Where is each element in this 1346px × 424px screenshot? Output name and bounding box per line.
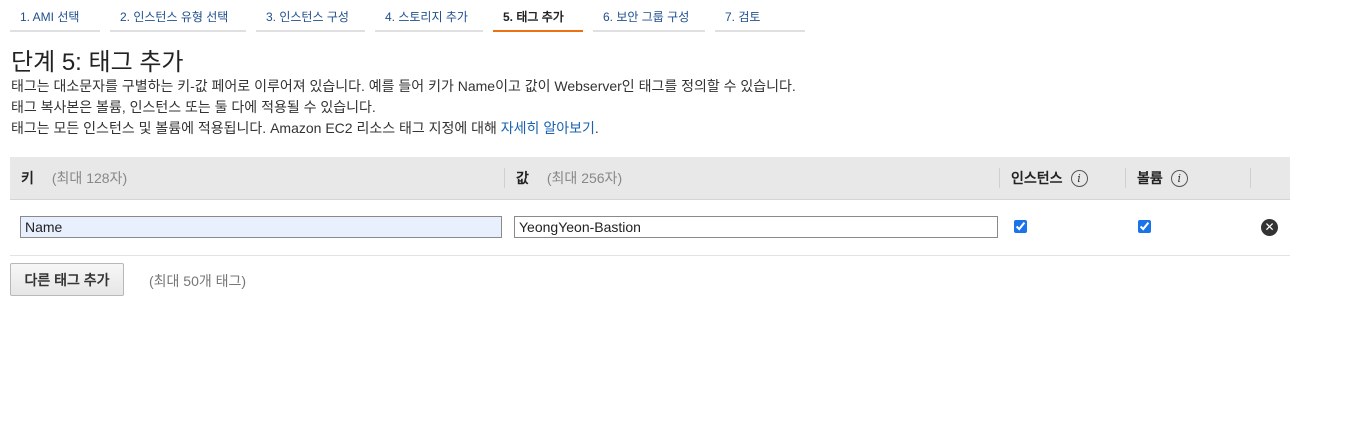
step-review[interactable]: 7. 검토 [715, 0, 805, 32]
description-line-1: 태그는 대소문자를 구별하는 키-값 페어로 이루어져 있습니다. 예를 들어 … [11, 78, 796, 94]
instances-checkbox[interactable] [1014, 220, 1027, 233]
key-column-header: 키 (최대 128자) [21, 157, 127, 199]
tags-table: 키 (최대 128자) 값 (최대 256자) 인스턴스 i 볼륨 i ✕ [10, 157, 1290, 256]
step-security-group[interactable]: 6. 보안 그룹 구성 [593, 0, 705, 32]
close-icon: ✕ [1264, 220, 1275, 234]
value-header-hint: (최대 256자) [546, 170, 623, 186]
instances-column-header: 인스턴스 i [1011, 157, 1088, 199]
column-divider [999, 168, 1000, 188]
step-add-tags[interactable]: 5. 태그 추가 [493, 0, 583, 32]
add-tag-button[interactable]: 다른 태그 추가 [10, 263, 124, 296]
step-instance-type[interactable]: 2. 인스턴스 유형 선택 [110, 0, 246, 32]
max-tags-note: (최대 50개 태그) [149, 273, 247, 289]
step-configure-instance[interactable]: 3. 인스턴스 구성 [256, 0, 365, 32]
tags-table-header: 키 (최대 128자) 값 (최대 256자) 인스턴스 i 볼륨 i [10, 157, 1290, 200]
step-add-storage[interactable]: 4. 스토리지 추가 [375, 0, 483, 32]
key-header-hint: (최대 128자) [51, 170, 128, 186]
volumes-checkbox[interactable] [1138, 220, 1151, 233]
remove-tag-button[interactable]: ✕ [1261, 219, 1278, 236]
volumes-info-icon[interactable]: i [1170, 169, 1188, 187]
volumes-column-header: 볼륨 i [1137, 157, 1188, 199]
column-divider [1250, 168, 1251, 188]
learn-more-link[interactable]: 자세히 알아보기 [501, 120, 595, 136]
description-line-3-text: 태그는 모든 인스턴스 및 볼륨에 적용됩니다. Amazon EC2 리소스 … [11, 120, 501, 136]
tag-value-input[interactable] [514, 216, 998, 238]
instances-header-label: 인스턴스 [1011, 170, 1063, 186]
tag-key-input[interactable] [20, 216, 502, 238]
value-header-label: 값 [516, 170, 529, 186]
column-divider [504, 168, 505, 188]
key-header-label: 키 [21, 170, 34, 186]
column-divider [1125, 168, 1126, 188]
instances-info-icon[interactable]: i [1070, 169, 1088, 187]
description-line-2: 태그 복사본은 볼륨, 인스턴스 또는 둘 다에 적용될 수 있습니다. [11, 99, 376, 115]
value-column-header: 값 (최대 256자) [516, 157, 622, 199]
table-row: ✕ [10, 200, 1290, 256]
volumes-header-label: 볼륨 [1137, 170, 1163, 186]
description-line-3-suffix: . [594, 120, 599, 136]
page-title: 단계 5: 태그 추가 [11, 49, 184, 76]
step-ami[interactable]: 1. AMI 선택 [10, 0, 100, 32]
description-line-3: 태그는 모든 인스턴스 및 볼륨에 적용됩니다. Amazon EC2 리소스 … [11, 118, 599, 138]
